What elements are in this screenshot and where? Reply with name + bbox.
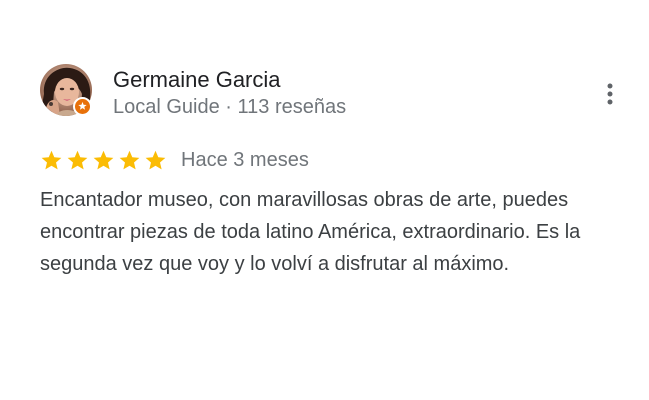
review-date: Hace 3 meses xyxy=(181,149,309,171)
local-guide-badge-icon xyxy=(73,97,92,116)
more-options-button[interactable] xyxy=(596,76,624,112)
reviewer-avatar[interactable] xyxy=(40,64,92,116)
reviewer-name[interactable]: Germaine Garcia xyxy=(113,66,281,94)
star-rating xyxy=(40,149,167,172)
star-icon xyxy=(41,150,62,169)
star-icon xyxy=(145,150,166,169)
review-card: Germaine Garcia Local Guide · 113 reseña… xyxy=(0,0,649,400)
reviewer-meta: Local Guide · 113 reseñas xyxy=(113,96,347,118)
star-icon xyxy=(93,150,114,169)
more-vert-icon xyxy=(607,83,613,105)
star-icon xyxy=(119,150,140,169)
review-text: Encantador museo, con maravillosas obras… xyxy=(40,189,581,275)
star-icon xyxy=(67,150,88,169)
rating-row: Hace 3 meses xyxy=(40,146,309,174)
